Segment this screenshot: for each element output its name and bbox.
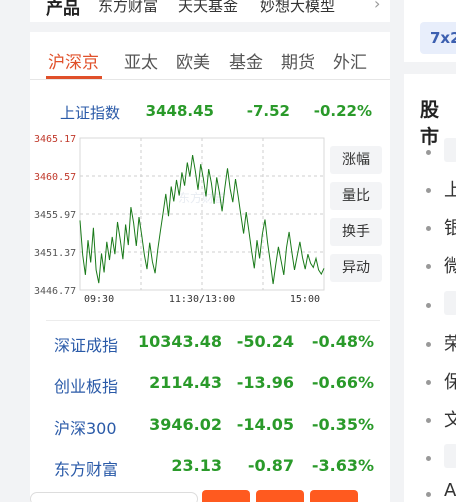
index-pct: -0.35% bbox=[311, 415, 374, 434]
y-tick-label: 3465.17 bbox=[34, 134, 76, 145]
list-item-chip[interactable] bbox=[444, 444, 456, 468]
product-strip: 产品 东方财富 天天基金 妙想大模型 › bbox=[30, 0, 390, 22]
chart-watermark: 东方财富 bbox=[178, 190, 226, 205]
x-tick-label: 11:30/13:00 bbox=[169, 294, 235, 305]
y-tick-label: 3446.77 bbox=[34, 286, 76, 297]
action-button[interactable] bbox=[256, 490, 304, 502]
right-badge[interactable]: 7x2 bbox=[420, 22, 456, 54]
index-change: -13.96 bbox=[236, 373, 294, 392]
index-name: 深证成指 bbox=[54, 336, 119, 355]
index-value: 2114.43 bbox=[149, 373, 222, 392]
list-item[interactable]: 保 bbox=[444, 368, 456, 394]
tab-forex[interactable]: 外汇 bbox=[333, 48, 367, 73]
index-change: -50.24 bbox=[236, 332, 294, 351]
bullet-icon bbox=[426, 342, 431, 347]
bullet-icon bbox=[426, 303, 431, 308]
bullet-icon bbox=[426, 264, 431, 269]
index-pct: -0.66% bbox=[311, 373, 374, 392]
market-tabs: 沪深京 亚太 欧美 基金 期货 外汇 bbox=[30, 32, 390, 80]
bullet-icon bbox=[426, 456, 431, 461]
divider bbox=[46, 320, 380, 321]
action-button[interactable] bbox=[310, 490, 358, 502]
list-item[interactable]: 荣 bbox=[444, 330, 456, 356]
x-tick-label: 15:00 bbox=[290, 294, 320, 305]
bullet-icon bbox=[426, 380, 431, 385]
list-item[interactable]: 文 bbox=[444, 406, 456, 432]
index-value: 3448.45 bbox=[145, 102, 214, 120]
index-pct: -0.22% bbox=[313, 102, 372, 120]
index-pct: -3.63% bbox=[311, 456, 374, 475]
rank-turnover-button[interactable]: 换手 bbox=[330, 218, 382, 246]
page-root: 产品 东方财富 天天基金 妙想大模型 › 沪深京 亚太 欧美 基金 期货 外汇 … bbox=[0, 0, 456, 502]
index-row[interactable]: 东方财富 23.13 -0.87 -3.63% bbox=[30, 456, 390, 484]
tab-fund[interactable]: 基金 bbox=[229, 48, 263, 73]
index-value: 3946.02 bbox=[149, 415, 222, 434]
tab-hsj[interactable]: 沪深京 bbox=[48, 48, 99, 73]
bullet-icon bbox=[426, 418, 431, 423]
search-input[interactable] bbox=[30, 492, 198, 502]
bullet-icon bbox=[426, 150, 431, 155]
index-change: -0.87 bbox=[247, 456, 294, 475]
bullet-icon bbox=[426, 226, 431, 231]
y-tick-label: 3455.97 bbox=[34, 210, 76, 221]
tab-euro-us[interactable]: 欧美 bbox=[176, 48, 210, 73]
index-row[interactable]: 深证成指 10343.48 -50.24 -0.48% bbox=[30, 332, 390, 360]
product-link-dfcf[interactable]: 东方财富 bbox=[98, 0, 158, 16]
index-change: -7.52 bbox=[246, 102, 290, 120]
index-row[interactable]: 沪深300 3946.02 -14.05 -0.35% bbox=[30, 415, 390, 443]
index-name: 沪深300 bbox=[54, 419, 117, 438]
list-item-chip[interactable] bbox=[444, 291, 456, 315]
tab-asia[interactable]: 亚太 bbox=[124, 48, 158, 73]
chart-svg: 3465.17 3460.57 3455.97 3451.37 3446.77 东方财富 0… bbox=[34, 134, 325, 305]
index-change: -14.05 bbox=[236, 415, 294, 434]
list-item[interactable]: 上 bbox=[444, 176, 456, 202]
x-tick-label: 09:30 bbox=[84, 294, 114, 305]
list-item[interactable]: A bbox=[444, 480, 456, 501]
rank-volume-ratio-button[interactable]: 量比 bbox=[330, 182, 382, 210]
rank-gain-button[interactable]: 涨幅 bbox=[330, 146, 382, 174]
list-item-chip[interactable] bbox=[444, 138, 456, 162]
index-name: 上证指数 bbox=[60, 104, 121, 122]
product-link-mxdmx[interactable]: 妙想大模型 bbox=[260, 0, 335, 16]
list-item[interactable]: 银 bbox=[444, 214, 456, 240]
y-tick-label: 3451.37 bbox=[34, 248, 76, 259]
bullet-icon bbox=[426, 492, 431, 497]
tab-futures[interactable]: 期货 bbox=[281, 48, 315, 73]
market-panel: 沪深京 亚太 欧美 基金 期货 外汇 上证指数 3448.45 -7.52 -0… bbox=[30, 32, 390, 502]
active-tab-underline bbox=[46, 76, 102, 79]
main-index-row[interactable]: 上证指数 3448.45 -7.52 -0.22% bbox=[30, 102, 390, 130]
index-name: 东方财富 bbox=[54, 460, 119, 479]
bullet-icon bbox=[426, 188, 431, 193]
chevron-right-icon[interactable]: › bbox=[374, 0, 380, 13]
index-pct: -0.48% bbox=[311, 332, 374, 351]
action-button[interactable] bbox=[202, 490, 250, 502]
list-item[interactable]: 微 bbox=[444, 252, 456, 278]
rank-abnormal-button[interactable]: 异动 bbox=[330, 254, 382, 282]
index-name: 创业板指 bbox=[54, 377, 119, 396]
product-label: 产品 bbox=[46, 0, 80, 19]
index-value: 23.13 bbox=[171, 456, 222, 475]
product-link-ttjj[interactable]: 天天基金 bbox=[178, 0, 238, 16]
index-row[interactable]: 创业板指 2114.43 -13.96 -0.66% bbox=[30, 373, 390, 401]
y-tick-label: 3460.57 bbox=[34, 172, 76, 183]
index-value: 10343.48 bbox=[137, 332, 222, 351]
